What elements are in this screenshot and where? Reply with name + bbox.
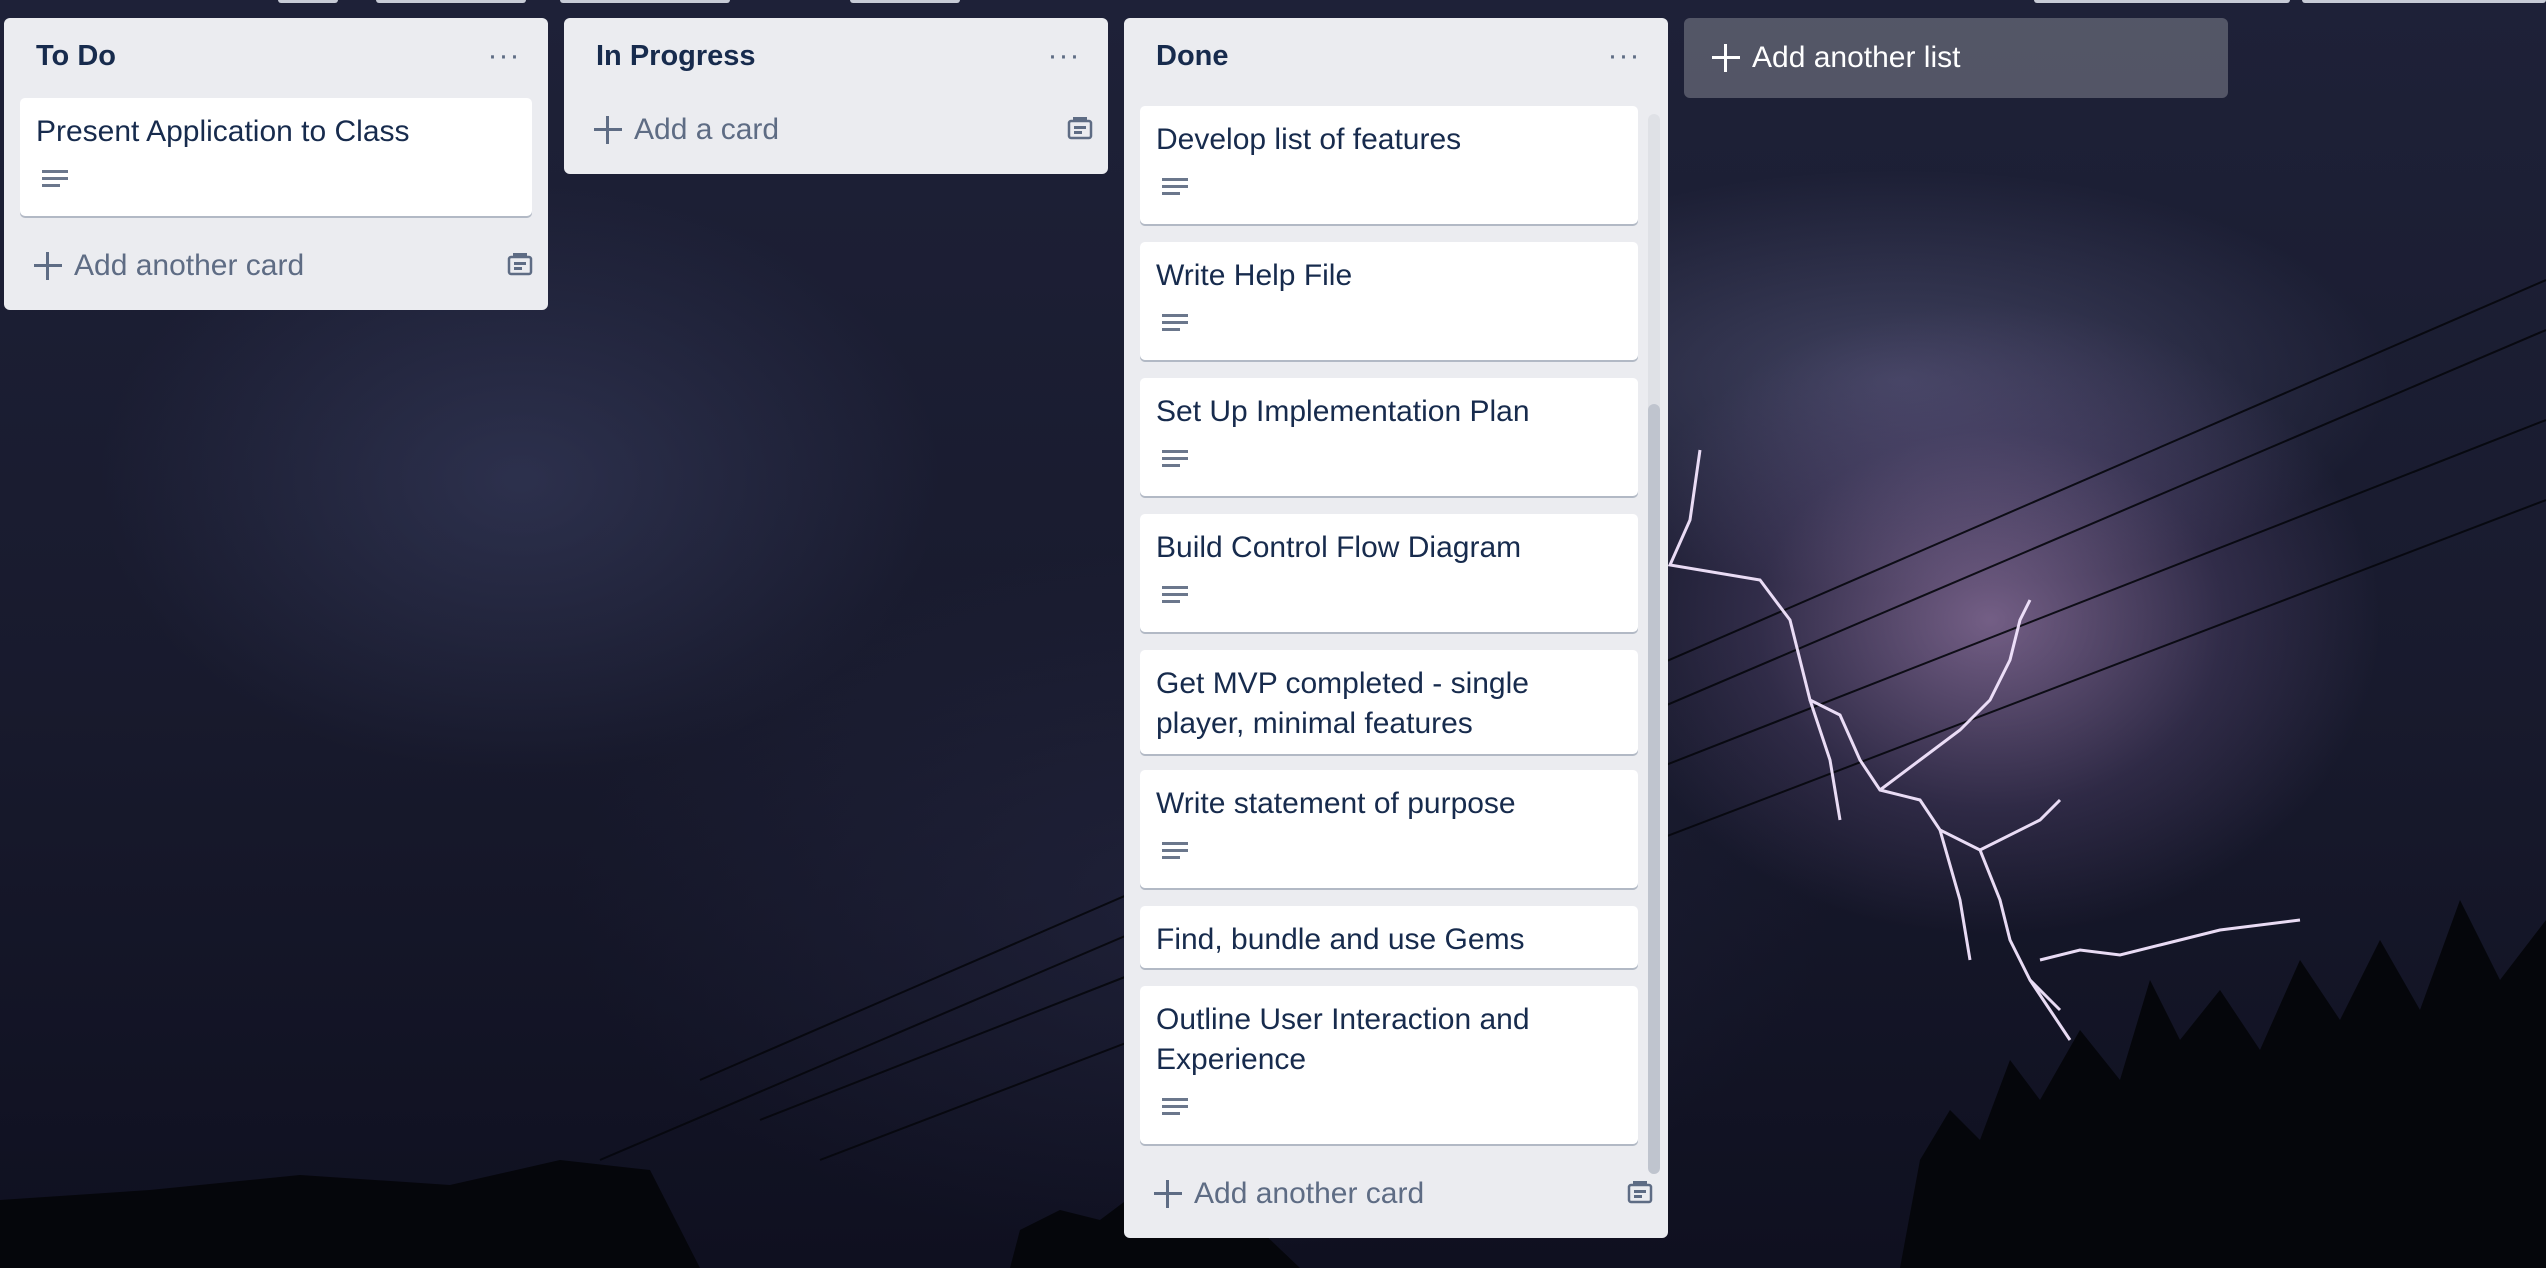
- card[interactable]: Get MVP completed - single player, minim…: [1140, 650, 1638, 754]
- card[interactable]: Outline User Interaction and Experience: [1140, 986, 1638, 1144]
- plus-icon: [34, 252, 62, 280]
- more-horizontal-icon: ···: [1607, 39, 1641, 72]
- list-menu-button[interactable]: ···: [484, 36, 524, 76]
- add-list-button[interactable]: Add another list: [1684, 18, 2228, 98]
- more-horizontal-icon: ···: [487, 39, 521, 72]
- description-icon: [1162, 842, 1188, 864]
- card-title: Set Up Implementation Plan: [1156, 395, 1530, 428]
- list-menu-button[interactable]: ···: [1044, 36, 1084, 76]
- more-horizontal-icon: ···: [1047, 39, 1081, 72]
- card-template-icon[interactable]: [1626, 1180, 1654, 1206]
- add-list-label: Add another list: [1752, 41, 1961, 74]
- description-icon: [1162, 178, 1188, 200]
- card-title: Present Application to Class: [36, 115, 410, 148]
- plus-icon: [1712, 44, 1740, 72]
- card-title: Outline User Interaction and Experience: [1156, 1003, 1530, 1076]
- card[interactable]: Write statement of purpose: [1140, 770, 1638, 888]
- list-title[interactable]: To Do: [36, 40, 116, 73]
- card-title: Get MVP completed - single player, minim…: [1156, 667, 1529, 740]
- list-header[interactable]: Done ···: [1124, 18, 1668, 96]
- add-card-label: Add a card: [634, 113, 780, 146]
- card-template-icon[interactable]: [506, 252, 534, 278]
- card[interactable]: Find, bundle and use Gems: [1140, 906, 1638, 968]
- add-card-label: Add another card: [1194, 1177, 1425, 1210]
- list-in-progress[interactable]: In Progress ··· Add a card: [564, 18, 1108, 174]
- description-icon: [1162, 1098, 1188, 1120]
- description-icon: [1162, 586, 1188, 608]
- plus-icon: [1154, 1180, 1182, 1208]
- card-title: Find, bundle and use Gems: [1156, 923, 1525, 956]
- list-title[interactable]: In Progress: [596, 40, 756, 73]
- card[interactable]: Write Help File: [1140, 242, 1638, 360]
- description-icon: [42, 170, 68, 192]
- add-card-button[interactable]: Add another card: [20, 238, 532, 294]
- list-scrollbar-thumb[interactable]: [1648, 404, 1660, 1174]
- card[interactable]: Build Control Flow Diagram: [1140, 514, 1638, 632]
- card[interactable]: Develop list of features: [1140, 106, 1638, 224]
- add-card-button[interactable]: Add another card: [1140, 1166, 1652, 1222]
- card[interactable]: Present Application to Class: [20, 98, 532, 216]
- top-bar-fragment: [850, 0, 960, 3]
- add-card-label: Add another card: [74, 249, 305, 282]
- card-template-icon[interactable]: [1066, 116, 1094, 142]
- card-title: Develop list of features: [1156, 123, 1462, 156]
- description-icon: [1162, 450, 1188, 472]
- list-done[interactable]: Done ··· Develop list of features Write …: [1124, 18, 1668, 1238]
- description-icon: [1162, 314, 1188, 336]
- top-bar-fragment: [560, 0, 730, 3]
- card-title: Write statement of purpose: [1156, 787, 1516, 820]
- list-to-do[interactable]: To Do ··· Present Application to Class A…: [4, 18, 548, 310]
- card-title: Write Help File: [1156, 259, 1353, 292]
- card-title: Build Control Flow Diagram: [1156, 531, 1522, 564]
- top-bar-fragment: [2034, 0, 2290, 3]
- top-bar-fragment: [2302, 0, 2546, 3]
- top-bar-fragment: [376, 0, 526, 3]
- plus-icon: [594, 116, 622, 144]
- top-bar-fragment: [278, 0, 338, 3]
- add-card-button[interactable]: Add a card: [580, 102, 1092, 158]
- list-header[interactable]: To Do ···: [4, 18, 548, 96]
- list-header[interactable]: In Progress ···: [564, 18, 1108, 96]
- list-menu-button[interactable]: ···: [1604, 36, 1644, 76]
- list-title[interactable]: Done: [1156, 40, 1229, 73]
- card[interactable]: Set Up Implementation Plan: [1140, 378, 1638, 496]
